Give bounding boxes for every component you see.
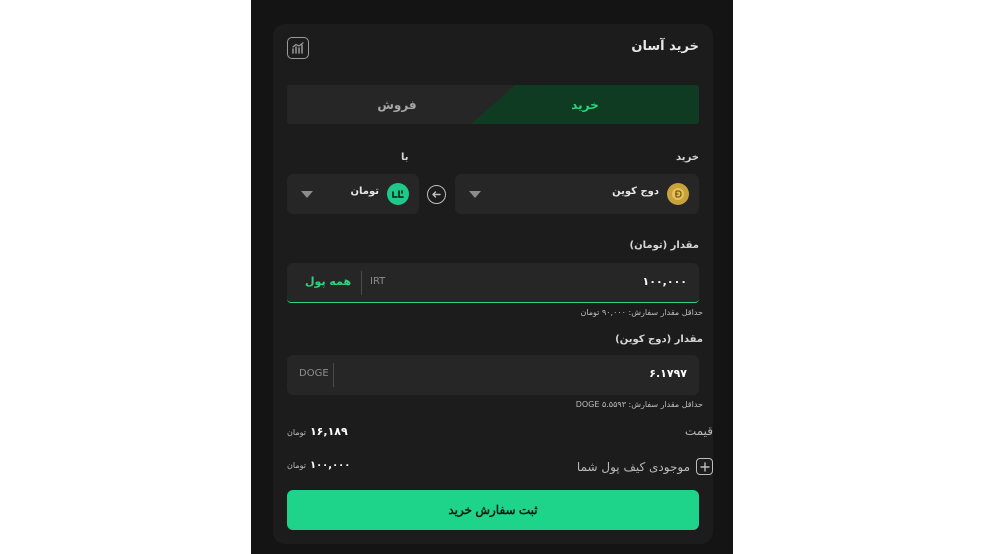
balance-label: موجودی کیف پول شما [576,459,690,474]
amount-coin-field[interactable]: ۶.۱۷۹۷ DOGE [287,355,699,395]
price-value-group: ۱۶,۱۸۹ تومان [287,425,348,438]
field-divider [333,363,334,387]
doge-icon [667,183,689,205]
price-currency: تومان [287,428,306,437]
balance-value: ۱۰۰,۰۰۰ [309,460,351,471]
swap-button[interactable] [427,185,446,204]
pay-coin-label: با [401,152,409,163]
amount-toman-unit: IRT [370,276,386,287]
chart-icon [292,42,304,54]
field-divider [361,271,362,295]
amount-coin-label: مقدار (دوج کوین) [615,334,703,345]
easy-buy-card: خرید آسان فروش خرید خرید با دوج کوین توم… [273,24,713,544]
amount-toman-hint: حداقل مقدار سفارش: ۹۰,۰۰۰ تومان [580,308,703,317]
buy-sell-tabs: فروش خرید [287,85,699,124]
amount-coin-unit: DOGE [299,368,329,379]
amount-toman-input[interactable]: ۱۰۰,۰۰۰ [643,275,687,288]
card-title: خرید آسان [631,39,699,54]
amount-toman-field[interactable]: ۱۰۰,۰۰۰ IRT همه پول [287,263,699,303]
amount-toman-label: مقدار (تومان) [629,240,699,251]
balance-row: موجودی کیف پول شما [577,458,713,475]
price-value: ۱۶,۱۸۹ [309,425,348,438]
buy-coin-label: خرید [676,152,699,163]
balance-value-group: ۱۰۰,۰۰۰ تومان [287,460,350,471]
buy-coin-select[interactable]: دوج کوین [455,174,699,214]
pay-coin-name: تومان [350,186,379,197]
add-balance-button[interactable] [696,458,713,475]
amount-coin-input[interactable]: ۶.۱۷۹۷ [649,367,687,380]
all-money-button[interactable]: همه پول [305,275,351,288]
buy-coin-name: دوج کوین [612,186,659,197]
pay-coin-select[interactable]: تومان [287,174,419,214]
tab-sell[interactable]: فروش [287,85,507,124]
amount-coin-hint: حداقل مقدار سفارش: DOGE ۵.۵۵۹۳ [575,400,703,409]
balance-currency: تومان [287,461,306,470]
chevron-down-icon [469,191,481,198]
submit-buy-order-button[interactable]: ثبت سفارش خرید [287,490,699,530]
arrow-left-icon [432,191,441,198]
chart-button[interactable] [287,37,309,59]
toman-icon [387,183,409,205]
price-label: قیمت [684,424,713,438]
chevron-down-icon [301,191,313,198]
plus-icon [699,461,710,472]
app-background: خرید آسان فروش خرید خرید با دوج کوین توم… [251,0,733,554]
